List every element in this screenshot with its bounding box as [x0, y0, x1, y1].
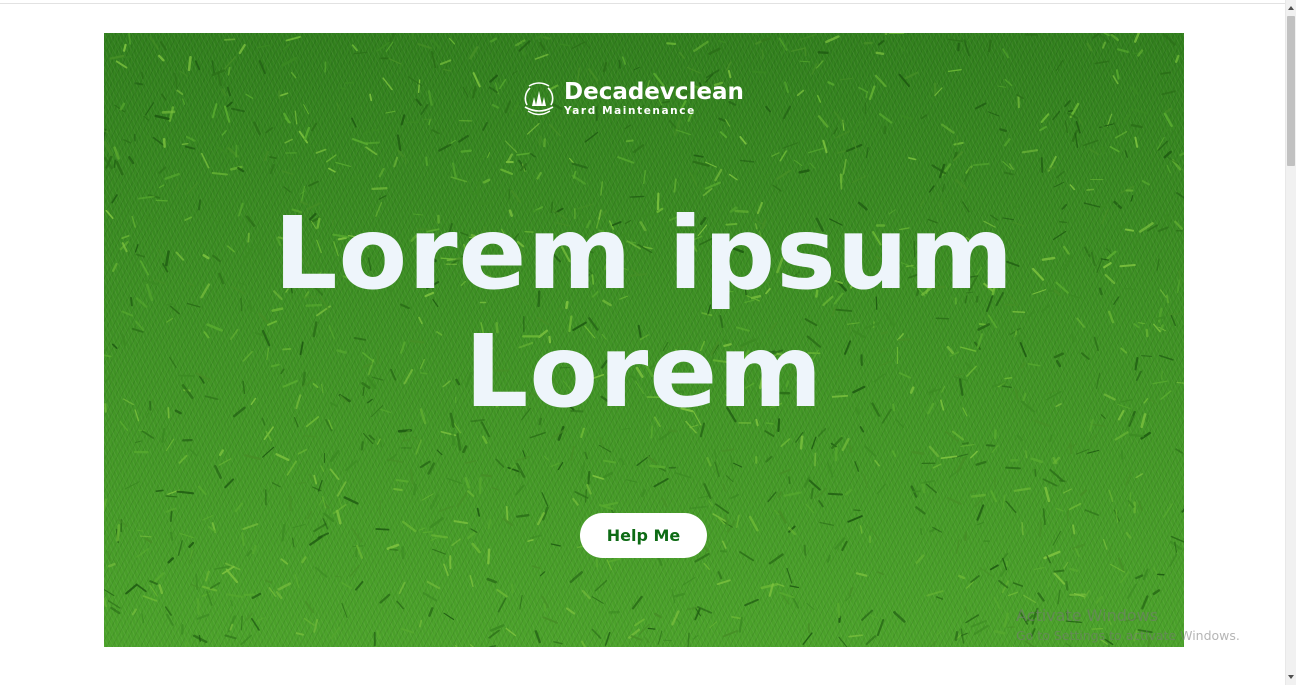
watermark-title: Activate Windows [1016, 606, 1159, 625]
brand-logo-link[interactable]: Decadevclean Yard Maintenance [520, 77, 744, 121]
hero-headline: Lorem ipsum Lorem [104, 195, 1184, 431]
help-me-button[interactable]: Help Me [580, 513, 707, 558]
brand-tagline: Yard Maintenance [564, 105, 696, 118]
hero-section: Decadevclean Yard Maintenance Lorem ipsu… [104, 33, 1184, 647]
scrollbar-thumb[interactable] [1287, 16, 1295, 166]
browser-viewport: Decadevclean Yard Maintenance Lorem ipsu… [0, 0, 1296, 685]
leaf-badge-icon [524, 82, 554, 116]
hero-headline-line-1: Lorem ipsum [273, 195, 1015, 312]
scroll-down-arrow-icon[interactable] [1288, 675, 1294, 679]
brand-name: Decadevclean [564, 79, 744, 106]
activate-windows-watermark: Activate Windows Go to Settings to activ… [1016, 606, 1240, 643]
watermark-subtitle: Go to Settings to activate Windows. [1016, 628, 1240, 644]
page-top-border [0, 3, 1286, 4]
brand-text: Decadevclean Yard Maintenance [564, 81, 744, 117]
scroll-up-arrow-icon[interactable] [1288, 6, 1294, 10]
hero-headline-line-2: Lorem [464, 313, 824, 430]
vertical-scrollbar[interactable] [1285, 0, 1296, 685]
